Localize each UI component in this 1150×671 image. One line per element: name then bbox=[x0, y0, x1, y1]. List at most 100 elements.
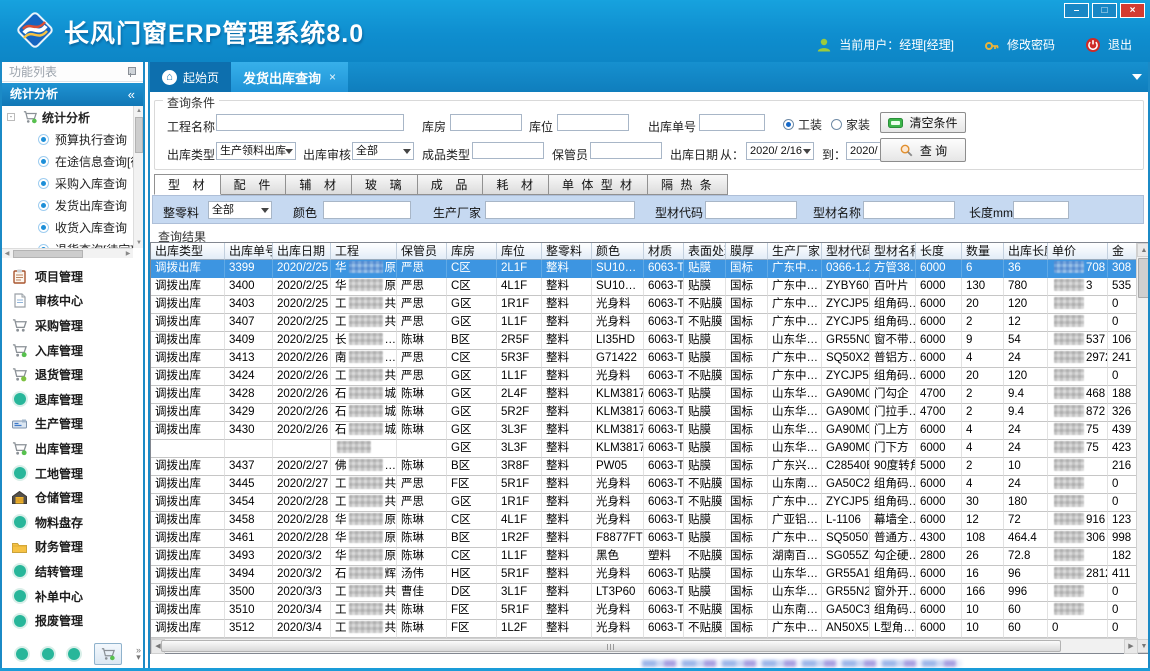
scroll-right-icon[interactable]: ▶ bbox=[1124, 639, 1138, 654]
sidebar-item-8[interactable]: 工地管理 bbox=[2, 461, 143, 486]
table-row[interactable]: 调拨出库34132020/2/26南…严思C区5R3F整料G714226063-… bbox=[151, 350, 1138, 368]
collapse-icon[interactable]: « bbox=[128, 83, 135, 106]
column-header[interactable]: 库房 bbox=[447, 243, 497, 260]
tab-shipment-outbound-query[interactable]: 发货出库查询 × bbox=[231, 62, 348, 92]
radio-gongzhuang[interactable]: 工装 bbox=[783, 116, 822, 133]
sidebar-item-1[interactable]: 审核中心 bbox=[2, 289, 143, 314]
whole-part-select[interactable]: 全部 bbox=[208, 201, 272, 219]
sidebar-item-3[interactable]: 入库管理 bbox=[2, 338, 143, 363]
table-row[interactable]: 调拨出库34092020/2/25长…陈琳B区2R5F整料LI35HD6063-… bbox=[151, 332, 1138, 350]
keeper-input[interactable] bbox=[590, 142, 662, 159]
profile-name-input[interactable] bbox=[863, 201, 955, 219]
table-row[interactable]: 调拨出库35002020/3/3工共工程曹佳D区3L1F整料LT3P606063… bbox=[151, 584, 1138, 602]
project-name-input[interactable] bbox=[216, 114, 404, 131]
table-row[interactable]: 调拨出库34942020/3/2石辉城汤伟H区5R1F整料光身料6063-T5贴… bbox=[151, 566, 1138, 584]
column-header[interactable]: 数量 bbox=[962, 243, 1004, 260]
scroll-left-icon[interactable]: ◀ bbox=[2, 249, 12, 259]
sidebar-item-13[interactable]: 补单中心 bbox=[2, 584, 143, 609]
order-no-input[interactable] bbox=[699, 114, 765, 131]
tree-expander-icon[interactable]: - bbox=[7, 113, 15, 121]
table-row[interactable]: 调拨出库34372020/2/27佛…陈琳B区3R8F整料PW056063-T5… bbox=[151, 458, 1138, 476]
table-row[interactable]: 调拨出库34612020/2/28华原…陈琳B区1R2F整料F8877FT606… bbox=[151, 530, 1138, 548]
sidebar-item-4[interactable]: 退货管理 bbox=[2, 362, 143, 387]
date-from-picker[interactable]: 2020/ 2/16 bbox=[746, 142, 814, 160]
radio-jiazhuang[interactable]: 家装 bbox=[831, 116, 870, 133]
scroll-down-icon[interactable]: ▼ bbox=[134, 238, 144, 248]
column-header[interactable]: 库位 bbox=[497, 243, 542, 260]
table-row[interactable]: 调拨出库34452020/2/27工共工程严思F区5R1F整料光身料6063-T… bbox=[151, 476, 1138, 494]
sidebar-item-14[interactable]: 报废管理 bbox=[2, 608, 143, 633]
table-row[interactable]: 调拨出库34582020/2/28华原…陈琳C区4L1F整料光身料6063-T5… bbox=[151, 512, 1138, 530]
tab-close-icon[interactable]: × bbox=[329, 70, 336, 84]
material-tab-4[interactable]: 成 品 bbox=[418, 174, 484, 195]
column-header[interactable]: 出库日期 bbox=[273, 243, 331, 260]
material-tab-0[interactable]: 型 材 bbox=[154, 174, 221, 195]
column-header[interactable]: 单价 bbox=[1048, 243, 1108, 260]
circle-icon[interactable] bbox=[68, 648, 80, 660]
close-button[interactable]: × bbox=[1120, 3, 1145, 18]
table-row[interactable]: 调拨出库34072020/2/25工共工程严思G区1L1F整料光身料6063-T… bbox=[151, 314, 1138, 332]
factory-input[interactable] bbox=[485, 201, 635, 219]
scroll-up-icon[interactable]: ▲ bbox=[134, 106, 144, 116]
warehouse-input[interactable] bbox=[450, 114, 522, 131]
tree-item-2[interactable]: 采购入库查询 bbox=[2, 172, 143, 194]
sidebar-item-10[interactable]: 物料盘存 bbox=[2, 510, 143, 535]
scroll-thumb[interactable] bbox=[135, 117, 143, 153]
scroll-thumb[interactable] bbox=[13, 250, 83, 258]
scroll-right-icon[interactable]: ▶ bbox=[123, 249, 133, 259]
circle-icon[interactable] bbox=[42, 648, 54, 660]
tab-list-dropdown-icon[interactable] bbox=[1132, 74, 1142, 80]
sidebar-item-11[interactable]: 财务管理 bbox=[2, 535, 143, 560]
sidebar-item-7[interactable]: 出库管理 bbox=[2, 436, 143, 461]
table-row[interactable]: 调拨出库34002020/2/25华原…严思C区4L1F整料SU10…6063-… bbox=[151, 278, 1138, 296]
tree-item-1[interactable]: 在途信息查询[待 bbox=[2, 150, 143, 172]
cart-button[interactable] bbox=[94, 643, 122, 665]
tree-root[interactable]: 统计分析 bbox=[2, 106, 143, 128]
table-row[interactable]: 调拨出库34282020/2/26石城陈琳G区2L4F整料KLM38176063… bbox=[151, 386, 1138, 404]
column-header[interactable]: 工程 bbox=[331, 243, 397, 260]
outbound-type-select[interactable]: 生产领料出库 bbox=[216, 142, 296, 160]
column-header[interactable]: 整零料 bbox=[542, 243, 592, 260]
table-row[interactable]: 调拨出库34242020/2/26工共工程严思G区1L1F整料光身料6063-T… bbox=[151, 368, 1138, 386]
column-header[interactable]: 材质 bbox=[644, 243, 684, 260]
overflow-chevrons[interactable]: »▾ bbox=[136, 647, 141, 661]
table-row[interactable]: 调拨出库34292020/2/26石城陈琳G区5R2F整料KLM38176063… bbox=[151, 404, 1138, 422]
column-header[interactable]: 出库类型 bbox=[151, 243, 225, 260]
maximize-button[interactable]: □ bbox=[1092, 3, 1117, 18]
section-header[interactable]: 统计分析 « bbox=[2, 83, 143, 106]
profile-code-input[interactable] bbox=[705, 201, 797, 219]
column-header[interactable]: 膜厚 bbox=[726, 243, 768, 260]
clear-conditions-button[interactable]: 清空条件 bbox=[880, 112, 966, 133]
column-header[interactable]: 金 bbox=[1108, 243, 1138, 260]
column-header[interactable]: 保管员 bbox=[397, 243, 447, 260]
material-tab-6[interactable]: 单 体 型 材 bbox=[549, 174, 648, 195]
material-tab-1[interactable]: 配 件 bbox=[221, 174, 287, 195]
sidebar-item-6[interactable]: 生产管理 bbox=[2, 412, 143, 437]
column-header[interactable]: 颜色 bbox=[592, 243, 644, 260]
material-tab-2[interactable]: 辅 材 bbox=[286, 174, 352, 195]
column-header[interactable]: 出库长度 bbox=[1004, 243, 1048, 260]
table-row[interactable]: 调拨出库35122020/3/4工共工程陈琳F区1L2F整料光身料6063-T5… bbox=[151, 620, 1138, 638]
material-tab-7[interactable]: 隔 热 条 bbox=[648, 174, 728, 195]
location-input[interactable] bbox=[557, 114, 629, 131]
scroll-thumb[interactable] bbox=[161, 640, 1061, 652]
column-header[interactable]: 生产厂家 bbox=[768, 243, 822, 260]
tree-item-3[interactable]: 发货出库查询 bbox=[2, 194, 143, 216]
column-header[interactable]: 出库单号 bbox=[225, 243, 273, 260]
material-tab-5[interactable]: 耗 材 bbox=[483, 174, 549, 195]
circle-icon[interactable] bbox=[16, 648, 28, 660]
logout-link[interactable]: 退出 bbox=[1108, 36, 1132, 53]
table-row[interactable]: 调拨出库35102020/3/4工共工程陈琳F区5R1F整料光身料6063-T5… bbox=[151, 602, 1138, 620]
material-tab-3[interactable]: 玻 璃 bbox=[352, 174, 418, 195]
product-type-input[interactable] bbox=[472, 142, 544, 159]
table-row[interactable]: 调拨出库34032020/2/25工共工程严思G区1R1F整料光身料6063-T… bbox=[151, 296, 1138, 314]
column-header[interactable]: 型材名称 bbox=[870, 243, 916, 260]
sidebar-item-5[interactable]: 退库管理 bbox=[2, 387, 143, 412]
outbound-audit-select[interactable]: 全部 bbox=[352, 142, 414, 160]
sidebar-item-2[interactable]: 采购管理 bbox=[2, 313, 143, 338]
length-input[interactable] bbox=[1013, 201, 1069, 219]
minimize-button[interactable]: – bbox=[1064, 3, 1089, 18]
tree-horizontal-scrollbar[interactable]: ◀ ▶ bbox=[2, 248, 133, 258]
color-input[interactable] bbox=[323, 201, 411, 219]
column-header[interactable]: 型材代码 bbox=[822, 243, 870, 260]
